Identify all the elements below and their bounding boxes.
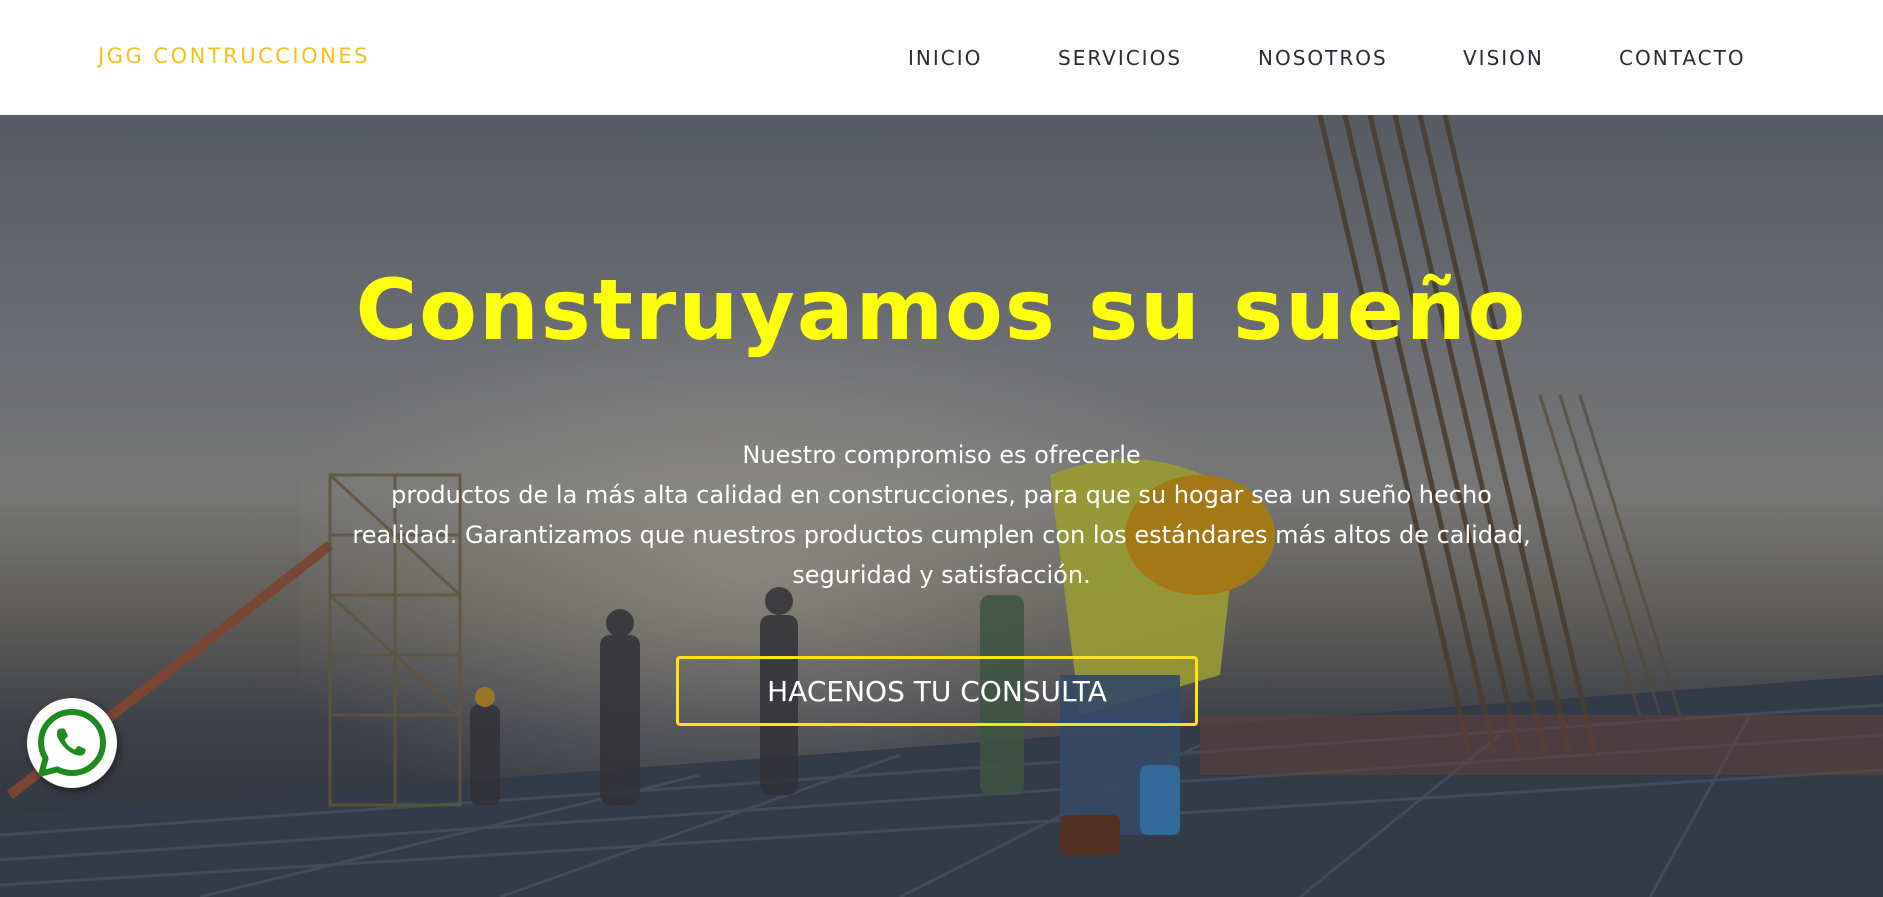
nav-link-servicios[interactable]: SERVICIOS — [1058, 46, 1182, 70]
nav-link-contacto[interactable]: CONTACTO — [1619, 46, 1746, 70]
hero-description: Nuestro compromiso es ofrecerle producto… — [0, 435, 1883, 595]
nav-link-nosotros[interactable]: NOSOTROS — [1258, 46, 1388, 70]
hero-description-line: realidad. Garantizamos que nuestros prod… — [352, 521, 1531, 549]
main-nav: INICIO SERVICIOS NOSOTROS VISION CONTACT… — [0, 46, 1883, 76]
hero-description-line: Nuestro compromiso es ofrecerle — [742, 441, 1141, 469]
top-navbar: JGG CONTRUCCIONES INICIO SERVICIOS NOSOT… — [0, 0, 1883, 115]
hero-description-line: seguridad y satisfacción. — [792, 561, 1091, 589]
nav-link-vision[interactable]: VISION — [1463, 46, 1544, 70]
whatsapp-icon — [38, 709, 106, 777]
hero-section: Construyamos su sueño Nuestro compromiso… — [0, 115, 1883, 897]
consult-cta-button[interactable]: HACENOS TU CONSULTA — [676, 656, 1198, 726]
whatsapp-float-button[interactable] — [27, 698, 117, 788]
hero-title: Construyamos su sueño — [355, 261, 1528, 359]
nav-link-inicio[interactable]: INICIO — [908, 46, 982, 70]
hero-description-line: productos de la más alta calidad en cons… — [391, 481, 1492, 509]
